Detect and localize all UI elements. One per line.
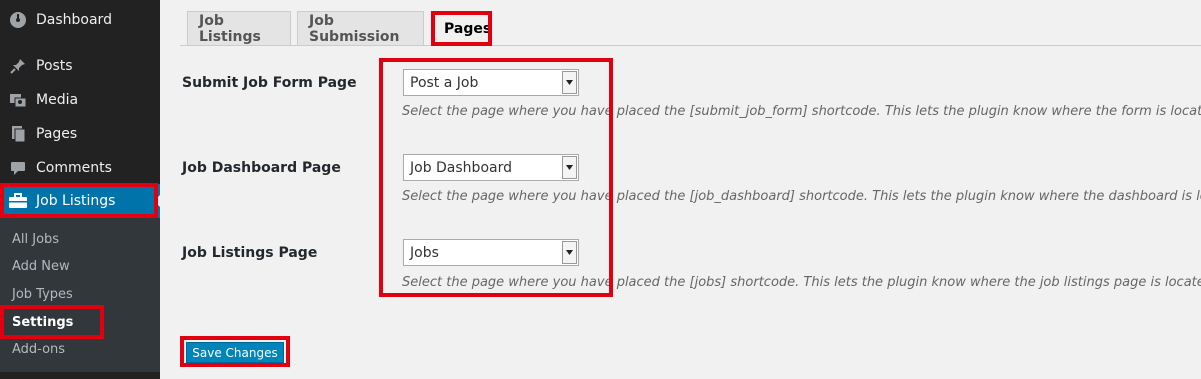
- admin-sidebar: Dashboard Posts Media Pages Comments Job…: [0, 0, 160, 379]
- comment-icon: [0, 159, 36, 177]
- pages-icon: [0, 125, 36, 143]
- menu-item-job-listings[interactable]: Job Listings: [0, 184, 160, 218]
- submenu-item-settings[interactable]: Settings: [12, 315, 73, 330]
- menu-label: Dashboard: [36, 12, 112, 28]
- submenu-item-add-ons[interactable]: Add-ons: [12, 342, 65, 357]
- row-label-job-listings: Job Listings Page: [182, 245, 318, 261]
- menu-label: Job Listings: [36, 193, 116, 209]
- select-value: Job Dashboard: [410, 159, 512, 176]
- menu-label: Pages: [36, 126, 78, 142]
- job-listings-submenu: All Jobs Add New Job Types Settings Add-…: [0, 218, 160, 372]
- menu-item-comments[interactable]: Comments: [0, 151, 160, 185]
- select-value: Post a Job: [410, 74, 479, 91]
- media-icon: [0, 91, 36, 109]
- tab-job-listings[interactable]: Job Listings: [187, 11, 291, 45]
- dashboard-icon: [0, 11, 36, 29]
- menu-label: Posts: [36, 58, 73, 74]
- setting-description: Select the page where you have placed th…: [402, 104, 1201, 119]
- pin-icon: [0, 57, 36, 75]
- select-job-dashboard-page[interactable]: Job Dashboard: [403, 154, 579, 181]
- select-submit-job-form-page[interactable]: Post a Job: [403, 69, 579, 96]
- chevron-down-icon: [562, 241, 577, 264]
- menu-label: Comments: [36, 160, 112, 176]
- setting-description: Select the page where you have placed th…: [402, 189, 1201, 204]
- save-changes-button[interactable]: Save Changes: [186, 342, 284, 363]
- chevron-down-icon: [562, 156, 577, 179]
- menu-label: Media: [36, 92, 79, 108]
- tab-job-submission[interactable]: Job Submission: [297, 11, 424, 45]
- submenu-item-all-jobs[interactable]: All Jobs: [12, 232, 59, 247]
- submenu-item-add-new[interactable]: Add New: [12, 259, 70, 274]
- submenu-item-job-types[interactable]: Job Types: [12, 287, 73, 302]
- select-job-listings-page[interactable]: Jobs: [403, 239, 579, 266]
- row-label-job-dashboard: Job Dashboard Page: [182, 160, 341, 176]
- setting-description: Select the page where you have placed th…: [402, 275, 1201, 290]
- menu-item-dashboard[interactable]: Dashboard: [0, 3, 160, 37]
- menu-item-posts[interactable]: Posts: [0, 49, 160, 83]
- select-value: Jobs: [410, 244, 439, 261]
- chevron-down-icon: [562, 71, 577, 94]
- row-label-submit-job-form: Submit Job Form Page: [182, 75, 357, 91]
- tab-pages[interactable]: Pages: [432, 11, 491, 45]
- menu-item-pages[interactable]: Pages: [0, 117, 160, 151]
- menu-item-media[interactable]: Media: [0, 83, 160, 117]
- briefcase-icon: [0, 192, 36, 210]
- tab-divider: [180, 45, 1201, 46]
